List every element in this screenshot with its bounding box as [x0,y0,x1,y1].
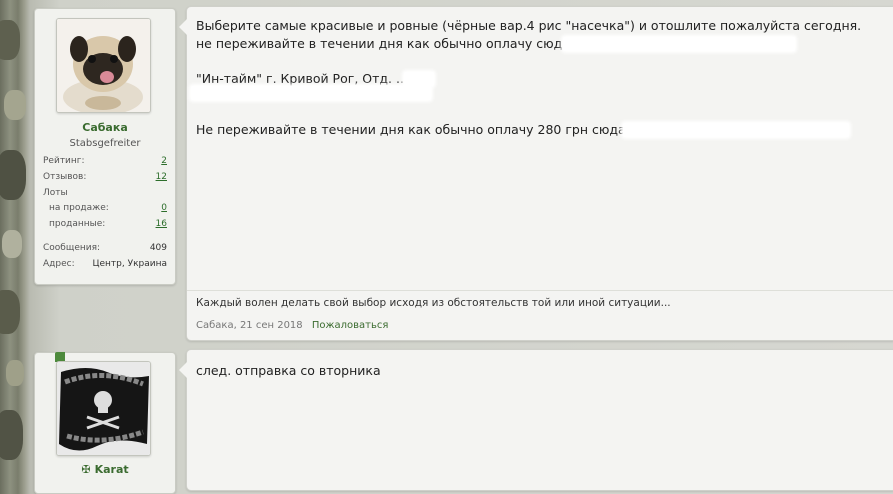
stat-messages: Сообщения: 409 [43,243,167,253]
rating-link[interactable]: 2 [161,156,167,166]
message-body: Выберите самые красивые и ровные (чёрные… [179,6,893,341]
user-card-karat: ✠ Karat [34,352,176,494]
avatar[interactable] [56,361,151,456]
message-line: след. отправка со вторника [196,363,381,378]
message-line: не переживайте в течении дня как обычно … [196,36,590,51]
redaction [404,72,434,86]
sold-link[interactable]: 16 [156,219,167,229]
redaction [563,37,795,51]
message-line: "Ин-тайм" г. Кривой Рог, Отд. ... [196,71,408,86]
post-author-link[interactable]: Сабака [196,320,234,331]
speech-arrow [179,362,187,378]
username[interactable]: ✠ Karat [35,463,175,476]
signature: Каждый волен делать свой выбор исходя из… [196,297,671,309]
signature-divider [187,290,893,291]
stat-on-sale: на продаже: 0 [49,203,167,213]
stat-reviews: Отзывов: 12 [43,172,167,182]
message-line: Выберите самые красивые и ровные (чёрные… [196,18,862,33]
reviews-link[interactable]: 12 [156,172,167,182]
speech-arrow [179,19,187,35]
stat-address: Адрес: Центр, Украина [43,259,167,269]
camo-background [0,0,28,480]
post-date[interactable]: 21 сен 2018 [240,320,303,331]
message-line: Не переживайте в течении дня как обычно … [196,122,646,137]
post-meta: Сабака, 21 сен 2018 Пожаловаться [196,320,389,331]
username[interactable]: Сабака [35,121,175,134]
report-link[interactable]: Пожаловаться [312,320,389,331]
pug-avatar-image [57,19,150,112]
stat-sold: проданные: 16 [49,219,167,229]
user-title: Stabsgefreiter [69,138,141,149]
redaction [191,86,431,100]
black-flag-avatar-image [57,362,150,455]
stat-lots: Лоты [43,188,68,198]
redaction [623,123,849,137]
avatar[interactable] [56,18,151,113]
on-sale-link[interactable]: 0 [161,203,167,213]
stat-rating: Рейтинг: 2 [43,156,167,166]
message-body: след. отправка со вторника [179,349,893,491]
user-card-sabaka: Сабака Stabsgefreiter Рейтинг: 2 Отзывов… [34,8,176,285]
iron-cross-icon: ✠ [81,463,91,476]
